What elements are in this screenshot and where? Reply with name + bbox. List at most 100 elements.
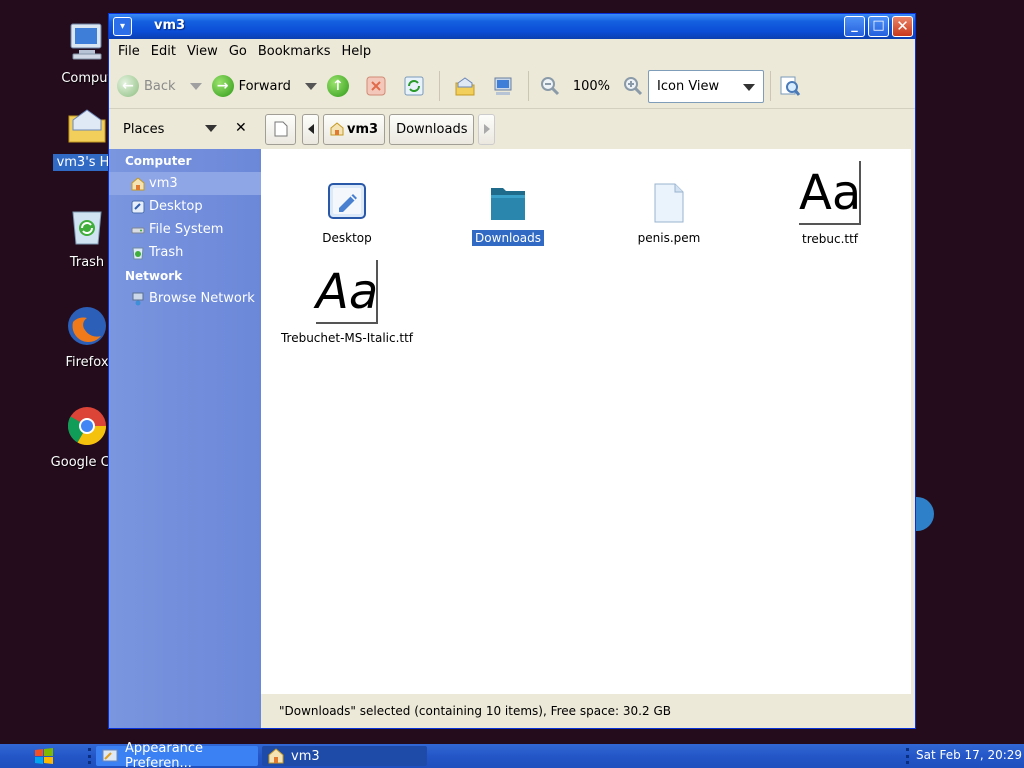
tray-grip: [906, 748, 909, 764]
toolbar-separator: [438, 71, 440, 101]
path-scroll-left-button[interactable]: [302, 113, 319, 145]
menu-bookmarks[interactable]: Bookmarks: [258, 44, 331, 59]
stop-button[interactable]: [365, 75, 387, 97]
window-title: vm3: [154, 18, 186, 33]
reload-button[interactable]: [403, 75, 425, 97]
sidebar-item-trash[interactable]: Trash: [109, 241, 261, 264]
forward-label: Forward: [238, 78, 291, 94]
forward-button[interactable]: → Forward: [211, 75, 291, 97]
title-bar[interactable]: ▾ vm3 _ □ ✕: [109, 14, 915, 39]
font-preview-icon: Aa: [316, 260, 378, 324]
file-name: penis.pem: [637, 231, 701, 245]
breadcrumb-downloads[interactable]: Downloads: [389, 113, 475, 145]
file-item-penis-pem[interactable]: penis.pem: [589, 182, 749, 246]
back-button[interactable]: ← Back: [117, 75, 176, 97]
file-name: Trebuchet-MS-Italic.ttf: [280, 331, 414, 345]
firefox-icon: [65, 304, 109, 348]
sidebar-section-computer: Computer: [125, 154, 192, 168]
file-view[interactable]: Desktop Downloads penis.pem Aa trebuc.tt…: [261, 149, 911, 694]
home-icon: [330, 122, 344, 136]
home-button[interactable]: [454, 75, 476, 97]
toggle-location-entry-button[interactable]: [265, 113, 296, 145]
file-item-desktop[interactable]: Desktop: [267, 182, 427, 246]
sidebar-type-dropdown-icon[interactable]: [205, 125, 217, 132]
network-icon: [131, 292, 145, 306]
desktop-edge-handle: [916, 497, 934, 531]
breadcrumb-label: Downloads: [396, 121, 468, 137]
view-mode-select[interactable]: Icon View: [648, 69, 765, 103]
sidebar-item-file-system[interactable]: File System: [109, 218, 261, 241]
clock[interactable]: Sat Feb 17, 20:29: [916, 748, 1022, 762]
forward-history-dropdown[interactable]: [304, 82, 317, 90]
sidebar-item-vm3[interactable]: vm3: [109, 172, 261, 195]
taskbar-item-vm3[interactable]: vm3: [262, 746, 427, 766]
sidebar: Places ✕ Computer vm3 Desktop File Syste…: [109, 109, 261, 728]
back-label: Back: [144, 78, 176, 94]
trash-icon: [65, 204, 109, 248]
file-item-downloads[interactable]: Downloads: [428, 182, 588, 246]
taskbar-grip[interactable]: [88, 748, 91, 764]
forward-arrow-icon: →: [211, 75, 234, 97]
taskbar-item-appearance[interactable]: Appearance Preferen...: [96, 741, 258, 768]
sidebar-title[interactable]: Places: [123, 122, 164, 137]
zoom-in-button[interactable]: [622, 75, 644, 97]
minimize-button[interactable]: _: [844, 16, 865, 37]
toolbar-separator: [527, 71, 529, 101]
close-button[interactable]: ✕: [892, 16, 913, 37]
toolbar-separator: [770, 71, 772, 101]
up-arrow-icon: ↑: [326, 75, 349, 97]
zoom-out-icon: [540, 77, 559, 96]
toolbar: ← Back → Forward ↑ 100% Icon View: [109, 64, 915, 109]
sidebar-item-label: File System: [149, 222, 224, 237]
start-menu-icon[interactable]: [34, 747, 54, 765]
file-name: trebuc.ttf: [801, 232, 859, 246]
back-history-dropdown[interactable]: [189, 82, 202, 90]
zoom-in-icon: [624, 77, 643, 96]
sidebar-item-label: vm3: [149, 176, 178, 191]
file-item-trebuchet-ms-italic-ttf[interactable]: Aa Trebuchet-MS-Italic.ttf: [267, 260, 427, 346]
status-bar: "Downloads" selected (containing 10 item…: [261, 694, 915, 728]
home-folder-icon: [65, 104, 109, 148]
menu-help[interactable]: Help: [341, 44, 371, 59]
menu-edit[interactable]: Edit: [151, 44, 176, 59]
sidebar-item-desktop[interactable]: Desktop: [109, 195, 261, 218]
computer-button[interactable]: [492, 75, 514, 97]
back-arrow-icon: ←: [117, 75, 139, 97]
font-preview-icon: Aa: [799, 161, 861, 225]
sidebar-item-label: Trash: [149, 245, 184, 260]
sidebar-item-label: Desktop: [149, 199, 203, 214]
computer-icon: [65, 20, 109, 64]
menu-bar: File Edit View Go Bookmarks Help: [109, 39, 915, 64]
menu-file[interactable]: File: [118, 44, 140, 59]
task-label: Appearance Preferen...: [125, 741, 204, 768]
file-name: Desktop: [322, 231, 372, 245]
desktop-icon-label: Trash: [69, 255, 105, 270]
folder-icon: [488, 182, 528, 224]
taskbar: Appearance Preferen... vm3 Sat Feb 17, 2…: [0, 741, 1024, 768]
breadcrumb-vm3[interactable]: vm3: [323, 113, 386, 145]
trash-icon: [131, 246, 145, 260]
sidebar-item-browse-network[interactable]: Browse Network: [109, 287, 261, 310]
sidebar-header: Places ✕: [109, 109, 261, 149]
menu-view[interactable]: View: [187, 44, 218, 59]
arrow-right-icon: [483, 124, 490, 134]
zoom-out-button[interactable]: [539, 75, 561, 97]
sidebar-close-icon[interactable]: ✕: [235, 120, 247, 136]
up-button[interactable]: ↑: [326, 75, 349, 97]
zoom-level[interactable]: 100%: [573, 79, 610, 94]
desktop-icon-label: Firefox: [65, 355, 109, 370]
file-item-trebuc-ttf[interactable]: Aa trebuc.ttf: [750, 161, 910, 247]
menu-go[interactable]: Go: [229, 44, 247, 59]
appearance-icon: [102, 748, 118, 764]
path-scroll-right-button[interactable]: [478, 113, 496, 145]
status-text: "Downloads" selected (containing 10 item…: [279, 704, 671, 718]
search-button[interactable]: [779, 75, 801, 97]
window-menu-button[interactable]: ▾: [113, 17, 132, 36]
arrow-left-icon: [307, 124, 314, 134]
view-mode-value: Icon View: [657, 78, 720, 94]
desktop-icon: [131, 200, 145, 214]
home-icon: [455, 77, 475, 96]
maximize-button[interactable]: □: [868, 16, 889, 37]
sidebar-section-network: Network: [125, 269, 183, 283]
chrome-icon: [65, 404, 109, 448]
